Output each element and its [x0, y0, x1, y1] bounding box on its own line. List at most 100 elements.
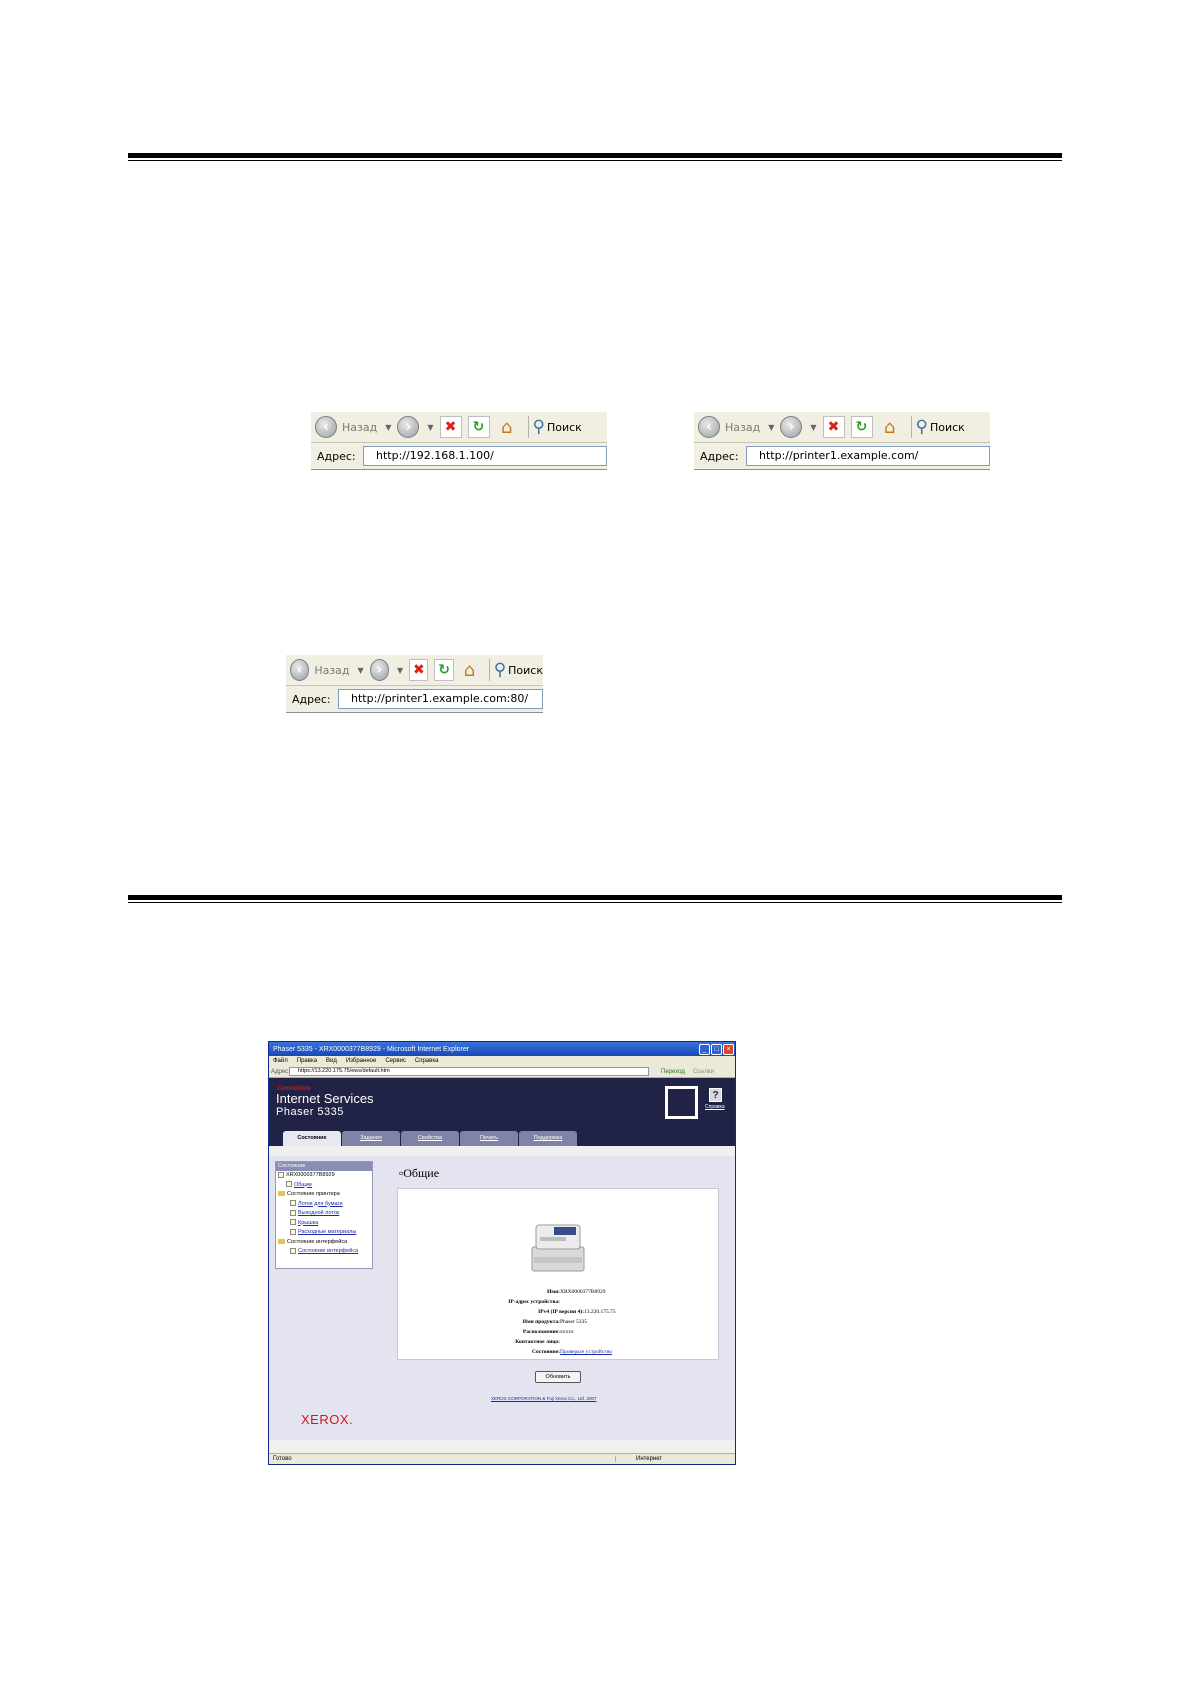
chevron-down-icon[interactable]: ▼	[397, 666, 403, 675]
search-label[interactable]: Поиск	[930, 421, 965, 434]
tree-item-cabinet[interactable]: Крышка	[276, 1219, 372, 1229]
home-icon[interactable]: ⌂	[460, 659, 479, 681]
page-title: ▫Общие	[399, 1166, 440, 1180]
links-button[interactable]: Ссылки	[693, 1069, 714, 1075]
tab-print[interactable]: Печать	[460, 1131, 518, 1146]
menu-file[interactable]: Файл	[273, 1058, 288, 1064]
back-arrow-icon[interactable]: ‹	[315, 416, 337, 438]
menu-favorites[interactable]: Избранное	[346, 1058, 376, 1064]
forward-arrow-icon[interactable]: ›	[369, 659, 389, 681]
minimize-icon[interactable]: _	[699, 1043, 710, 1055]
brand-title: Internet Services	[276, 1091, 374, 1106]
browser-window: Phaser 5335 - XRX0000377B8929 - Microsof…	[268, 1041, 736, 1465]
refresh-button[interactable]: Обновить	[535, 1371, 581, 1383]
address-input[interactable]: http://printer1.example.com/	[746, 446, 990, 466]
search-label[interactable]: Поиск	[547, 421, 582, 434]
model-name: Phaser 5335	[276, 1106, 344, 1118]
status-text: Готово	[273, 1456, 292, 1462]
close-icon[interactable]: ×	[723, 1043, 734, 1055]
page-icon	[290, 1228, 296, 1235]
page-icon	[290, 1200, 296, 1207]
search-icon[interactable]: ⚲	[533, 417, 545, 437]
tree-printer-status[interactable]: Состояние принтера	[276, 1190, 372, 1200]
back-label[interactable]: Назад	[314, 664, 349, 677]
toolbar-separator	[488, 659, 490, 681]
prop-ipv4-key: IPv4 (IP версии 4):	[538, 1309, 584, 1315]
back-arrow-icon[interactable]: ‹	[290, 659, 310, 681]
back-label[interactable]: Назад	[342, 421, 377, 434]
home-icon[interactable]: ⌂	[496, 416, 518, 438]
tree-item-trays[interactable]: Лотки для бумаги	[276, 1200, 372, 1210]
prop-ip-key: IP-адрес устройства:	[508, 1299, 560, 1305]
address-input[interactable]: http://printer1.example.com:80/	[338, 689, 543, 709]
copyright-link[interactable]: XEROX CORPORATION & Fuji Xerox Co., Ltd.…	[491, 1396, 596, 1401]
prop-status-key: Состояние:	[531, 1349, 560, 1355]
tab-jobs[interactable]: Задания	[342, 1131, 400, 1146]
page-icon	[290, 1247, 296, 1254]
back-label[interactable]: Назад	[725, 421, 760, 434]
stop-icon[interactable]: ✖	[439, 416, 462, 438]
prop-name-key: Имя:	[547, 1289, 560, 1295]
chevron-down-icon[interactable]: ▼	[427, 423, 433, 432]
prop-status-link[interactable]: Проверьте устройство	[560, 1349, 612, 1355]
browser-address-label: Адрес:	[271, 1068, 290, 1075]
xerox-logo: XEROX.	[301, 1412, 354, 1427]
maximize-icon[interactable]: □	[711, 1043, 722, 1055]
tree-item-options[interactable]: Состояние интерфейса	[276, 1247, 372, 1257]
section-rule-top	[128, 153, 1062, 161]
tree-item-consumables[interactable]: Расходные материалы	[276, 1228, 372, 1238]
window-title: Phaser 5335 - XRX0000377B8929 - Microsof…	[273, 1045, 470, 1053]
browser-address-bar: Адрес: https://13.220.175.75/ews/default…	[269, 1066, 735, 1078]
go-button[interactable]: Переход	[661, 1069, 685, 1075]
status-bar: Готово Интернет	[269, 1453, 735, 1464]
page-icon	[290, 1209, 296, 1216]
section-rule-bottom	[128, 895, 1062, 903]
tree-item-output[interactable]: Выходной лоток	[276, 1209, 372, 1219]
menu-bar: Файл Правка Вид Избранное Сервис Справка	[269, 1056, 735, 1066]
home-icon[interactable]: ⌂	[879, 416, 901, 438]
refresh-icon[interactable]: ↻	[434, 659, 454, 681]
menu-tools[interactable]: Сервис	[385, 1058, 406, 1064]
prop-location-key: Расположение:	[522, 1329, 560, 1335]
stop-icon[interactable]: ✖	[822, 416, 845, 438]
tree-item-general[interactable]: Общие	[276, 1181, 372, 1191]
refresh-icon[interactable]: ↻	[467, 416, 490, 438]
chevron-down-icon[interactable]: ▼	[358, 666, 364, 675]
window-titlebar: Phaser 5335 - XRX0000377B8929 - Microsof…	[269, 1042, 735, 1056]
ie-toolbar-example-3: ‹ Назад ▼ › ▼ ✖ ↻ ⌂ ⚲ Поиск Адрес: http:…	[286, 655, 543, 713]
refresh-icon[interactable]: ↻	[850, 416, 873, 438]
address-label: Адрес:	[700, 449, 739, 463]
tab-support[interactable]: Поддержка	[519, 1131, 577, 1146]
tree-options-status[interactable]: Состояние интерфейса	[276, 1238, 372, 1248]
device-info-panel: Имя: XRX0000377B8929 IP-адрес устройства:…	[397, 1188, 719, 1360]
page-icon	[290, 1219, 296, 1226]
printer-icon	[278, 1171, 284, 1178]
back-arrow-icon[interactable]: ‹	[698, 416, 720, 438]
prop-product-key: Имя продукта:	[522, 1319, 560, 1325]
tree-device[interactable]: XRX0000377B8929	[276, 1171, 372, 1181]
tab-properties[interactable]: Свойства	[401, 1131, 459, 1146]
toolbar-separator	[910, 416, 912, 438]
tab-status[interactable]: Состояние	[283, 1131, 341, 1146]
menu-edit[interactable]: Правка	[297, 1058, 317, 1064]
page-icon	[286, 1181, 292, 1188]
search-icon[interactable]: ⚲	[494, 660, 506, 680]
chevron-down-icon[interactable]: ▼	[768, 423, 774, 432]
forward-arrow-icon[interactable]: ›	[780, 416, 803, 438]
chevron-down-icon[interactable]: ▼	[385, 423, 391, 432]
toolbar-separator	[527, 416, 529, 438]
address-input[interactable]: http://192.168.1.100/	[363, 446, 607, 466]
search-icon[interactable]: ⚲	[916, 417, 928, 437]
header-frame-box	[665, 1086, 698, 1119]
ie-toolbar-example-2: ‹ Назад ▼ › ▼ ✖ ↻ ⌂ ⚲ Поиск Адрес: http:…	[694, 412, 990, 470]
help-link[interactable]: Справка	[705, 1104, 725, 1110]
address-label: Адрес:	[292, 692, 331, 706]
search-label[interactable]: Поиск	[508, 664, 543, 677]
browser-address-input[interactable]: https://13.220.175.75/ews/default.htm	[289, 1067, 649, 1076]
help-icon[interactable]: ?	[709, 1088, 722, 1102]
chevron-down-icon[interactable]: ▼	[810, 423, 816, 432]
menu-help[interactable]: Справка	[415, 1058, 439, 1064]
forward-arrow-icon[interactable]: ›	[397, 416, 420, 438]
menu-view[interactable]: Вид	[326, 1058, 337, 1064]
stop-icon[interactable]: ✖	[409, 659, 429, 681]
